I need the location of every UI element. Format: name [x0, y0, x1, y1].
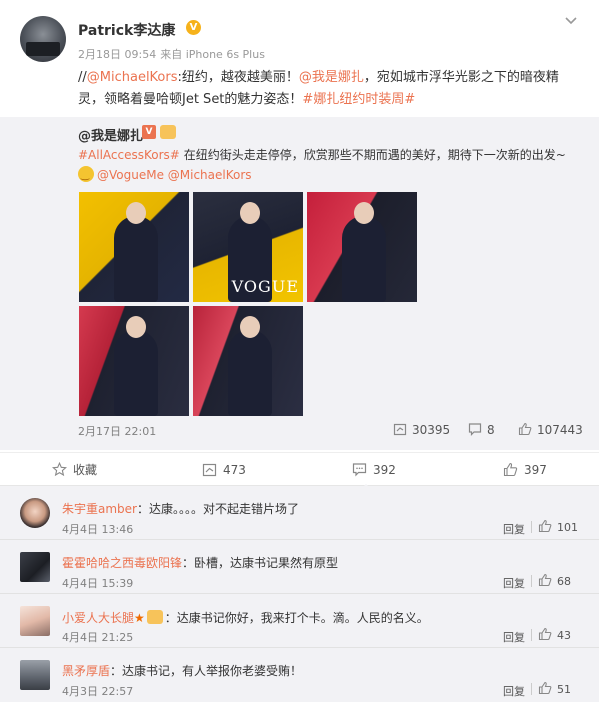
comment-user[interactable]: 黑矛厚盾 [62, 664, 110, 678]
weibo-post: Patrick李达康 V 2月18日 09:54 来自 iPhone 6s Plu… [0, 0, 599, 452]
comment-time: 4月4日 15:39 [62, 577, 134, 590]
comment-body: ：达康书记，有人举报你老婆受贿！ [110, 664, 303, 678]
comment-item: 霍霍哈哈之西毒欧阳锋：卧槽，达康书记果然有原型 4月4日 15:39 回复 68 [0, 540, 599, 594]
reply-button[interactable]: 回复 [503, 683, 525, 699]
repost-comment-button[interactable]: 8 [468, 421, 495, 439]
comment-body: ：达康书记你好，我来打个卡。滴。人民的名义。 [164, 611, 429, 625]
chevron-down-icon[interactable] [563, 12, 579, 28]
comment-avatar[interactable] [20, 552, 50, 582]
repost-button[interactable]: 473 [202, 461, 246, 479]
comment-time: 4月4日 13:46 [62, 523, 134, 536]
comment-like-button[interactable]: 43 [531, 627, 571, 642]
verified-badge-icon: V [142, 125, 156, 139]
comment-list: 朱宇重amber：达康。。。。对不起走错片场了 4月4日 13:46 回复 10… [0, 486, 599, 702]
comment-time: 4月3日 22:57 [62, 685, 134, 698]
repost-text: #AllAccessKors# 在纽约街头走走停停，欣赏那些不期而遇的美好，期待… [78, 145, 578, 186]
comment-like-count: 51 [557, 683, 571, 696]
action-bar: 收藏 473 392 397 [0, 452, 599, 490]
photo-1[interactable] [79, 192, 189, 302]
comment-like-button[interactable]: 68 [531, 573, 571, 588]
repost-icon [393, 423, 407, 436]
like-icon [538, 519, 552, 533]
photo-4[interactable] [79, 306, 189, 416]
repost-icon [202, 463, 217, 477]
comment-body: ：卧槽，达康书记果然有原型 [182, 556, 339, 570]
repost-like-button[interactable]: 107443 [518, 421, 583, 439]
comment-user[interactable]: 霍霍哈哈之西毒欧阳锋 [62, 556, 182, 570]
comment-avatar[interactable] [20, 498, 50, 528]
comment-avatar[interactable] [20, 660, 50, 690]
favorite-button[interactable]: 收藏 [52, 461, 97, 479]
repost-comment-count: 8 [487, 423, 495, 437]
comment-item: 小爱人大长腿★ ：达康书记你好，我来打个卡。滴。人民的名义。 4月4日 21:25… [0, 594, 599, 648]
post-source: 来自 iPhone 6s Plus [160, 48, 265, 61]
comment-text: 朱宇重amber：达康。。。。对不起走错片场了 [62, 500, 299, 517]
comment-avatar[interactable] [20, 606, 50, 636]
photo-5[interactable] [193, 306, 303, 416]
star-outline-icon [52, 462, 67, 477]
post-content-prefix: // [78, 70, 87, 85]
like-icon [518, 422, 532, 436]
reply-button[interactable]: 回复 [503, 629, 525, 645]
star-icon: ★ [134, 611, 145, 625]
photo-2[interactable]: VOGUE [193, 192, 303, 302]
photo-3[interactable] [307, 192, 417, 302]
like-icon [538, 681, 552, 695]
post-author-name[interactable]: Patrick李达康 [78, 20, 175, 40]
comment-time: 4月4日 21:25 [62, 631, 134, 644]
member-badge-icon [160, 125, 176, 139]
repost-repost-count: 30395 [412, 423, 451, 437]
comment-text: 小爱人大长腿★ ：达康书记你好，我来打个卡。滴。人民的名义。 [62, 608, 429, 626]
comment-button[interactable]: 392 [352, 461, 396, 479]
comment-like-button[interactable]: 51 [531, 681, 571, 696]
comment-like-button[interactable]: 101 [531, 519, 578, 534]
comment-count: 392 [373, 463, 396, 477]
repost-like-count: 107443 [537, 423, 583, 437]
post-content: //@MichaelKors:纽约，越夜越美丽！@我是娜扎，宛如城市浮华光影之下… [78, 67, 578, 111]
like-count: 397 [524, 463, 547, 477]
member-badge-icon [146, 610, 163, 624]
hashtag-link[interactable]: #娜扎纽约时装周# [302, 92, 415, 107]
post-author-avatar[interactable] [20, 16, 66, 62]
post-meta: 2月18日 09:54 来自 iPhone 6s Plus [78, 46, 265, 62]
smiley-icon [78, 166, 94, 186]
comment-item: 朱宇重amber：达康。。。。对不起走错片场了 4月4日 13:46 回复 10… [0, 486, 599, 540]
repost-repost-button[interactable]: 30395 [393, 421, 450, 439]
comment-like-count: 68 [557, 575, 571, 588]
reply-button[interactable]: 回复 [503, 575, 525, 591]
post-content-text1: :纽约，越夜越美丽！ [177, 70, 299, 85]
like-icon [538, 573, 552, 587]
comment-body: ：达康。。。。对不起走错片场了 [136, 502, 299, 516]
verified-badge-icon: V [186, 20, 201, 35]
comment-like-count: 101 [557, 521, 578, 534]
mention-michaelkors[interactable]: @MichaelKors [87, 70, 178, 85]
photo-caption: VOGUE [231, 277, 299, 296]
comment-like-count: 43 [557, 629, 571, 642]
repost-mentions[interactable]: @VogueMe @MichaelKors [97, 168, 252, 182]
comment-icon [352, 463, 367, 477]
repost-time: 2月17日 22:01 [78, 425, 157, 438]
comment-user[interactable]: 小爱人大长腿 [62, 611, 134, 625]
repost-body: 在纽约街头走走停停，欣赏那些不期而遇的美好，期待下一次新的出发~ [179, 148, 566, 162]
repost-author-name[interactable]: @我是娜扎 [78, 125, 143, 144]
repost-count: 473 [223, 463, 246, 477]
post-date: 2月18日 09:54 [78, 48, 157, 61]
reply-button[interactable]: 回复 [503, 521, 525, 537]
comment-item: 黑矛厚盾：达康书记，有人举报你老婆受贿！ 4月3日 22:57 回复 51 [0, 648, 599, 702]
comment-icon [468, 423, 482, 436]
like-icon [538, 627, 552, 641]
like-button[interactable]: 397 [503, 461, 547, 479]
favorite-label: 收藏 [73, 463, 98, 477]
comment-text: 霍霍哈哈之西毒欧阳锋：卧槽，达康书记果然有原型 [62, 554, 338, 571]
comment-user[interactable]: 朱宇重amber [62, 502, 137, 516]
reposted-weibo[interactable]: @我是娜扎 V #AllAccessKors# 在纽约街头走走停停，欣赏那些不期… [0, 117, 599, 450]
comment-text: 黑矛厚盾：达康书记，有人举报你老婆受贿！ [62, 662, 302, 679]
like-icon [503, 462, 518, 477]
repost-hashtag[interactable]: #AllAccessKors# [78, 148, 180, 162]
mention-nazha[interactable]: @我是娜扎 [299, 70, 364, 85]
